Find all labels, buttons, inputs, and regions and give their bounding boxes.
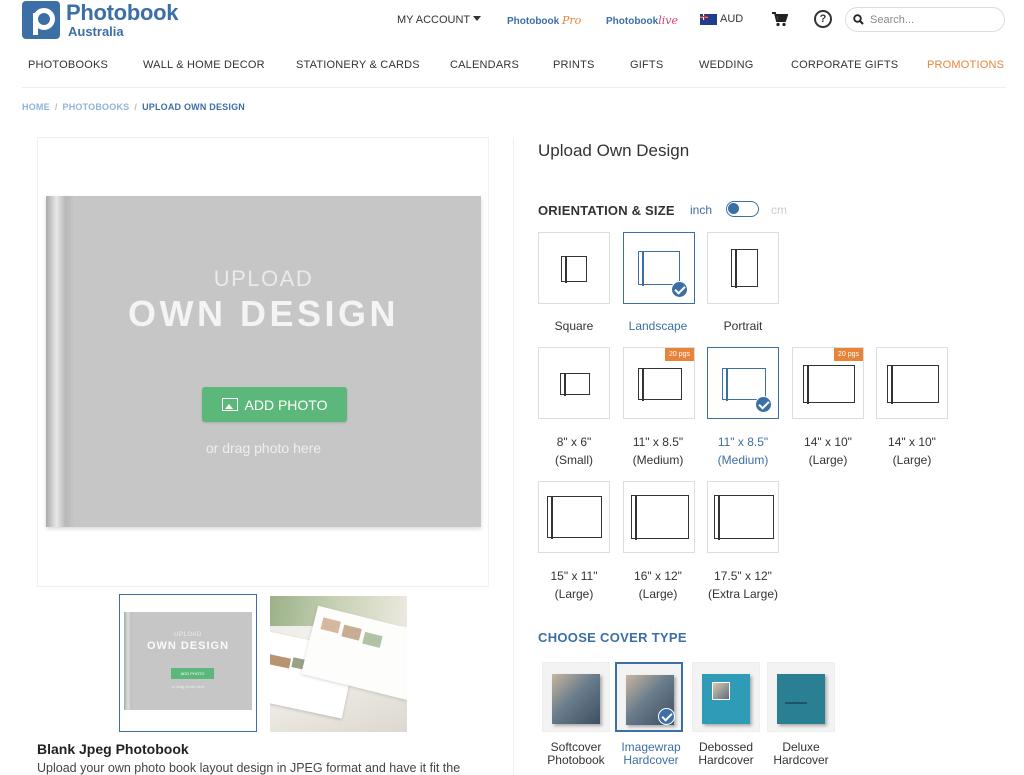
size-option[interactable]	[876, 347, 948, 419]
check-icon	[658, 708, 675, 725]
book-size-icon	[638, 367, 682, 401]
nav-wedding[interactable]: WEDDING	[699, 59, 754, 71]
search-icon	[853, 14, 864, 25]
check-icon	[671, 281, 688, 298]
orientation-landscape[interactable]	[623, 232, 695, 304]
product-title: Blank Jpeg Photobook	[37, 741, 189, 757]
orientation-label: Portrait	[723, 319, 763, 333]
photobook-pro-link[interactable]: Photobook Pro	[507, 14, 581, 27]
breadcrumb-home[interactable]: HOME	[22, 102, 50, 112]
cover-deluxe[interactable]	[767, 662, 835, 732]
book-spine	[46, 196, 76, 527]
size-option[interactable]: 20 pgs	[623, 347, 695, 419]
nav-wall-home-decor[interactable]: WALL & HOME DECOR	[143, 59, 265, 71]
size-option[interactable]	[707, 481, 779, 553]
cover-softcover[interactable]	[542, 662, 610, 732]
divider	[513, 137, 514, 775]
book-size-icon	[560, 372, 590, 396]
unit-toggle[interactable]	[726, 201, 759, 217]
config-title: Upload Own Design	[538, 141, 690, 160]
thumbnail-1[interactable]: UPLOAD OWN DESIGN ADD PHOTO or drag phot…	[119, 594, 257, 732]
book-size-icon	[803, 364, 855, 404]
landscape-book-icon	[638, 250, 680, 286]
nav-gifts[interactable]: GIFTS	[630, 59, 663, 71]
logo-subtext: Australia	[68, 24, 124, 39]
nav-calendars[interactable]: CALENDARS	[450, 59, 519, 71]
size-option[interactable]: 20 pgs	[792, 347, 864, 419]
nav-photobooks[interactable]: PHOTOBOOKS	[28, 59, 108, 71]
book-preview[interactable]: UPLOAD OWN DESIGN	[46, 196, 481, 527]
site-header: Photobook Australia MY ACCOUNT Photobook…	[0, 0, 1024, 42]
product-description: Upload your own photo book layout design…	[37, 761, 461, 775]
cover-image	[702, 674, 750, 724]
nav-stationery-cards[interactable]: STATIONERY & CARDS	[296, 59, 420, 71]
size-option[interactable]	[623, 481, 695, 553]
orientation-square[interactable]	[538, 232, 610, 304]
size-option[interactable]	[538, 347, 610, 419]
logo-text: Photobook	[66, 0, 179, 25]
cover-caption: Debossed Hardcover	[698, 740, 754, 767]
pages-badge: 20 pgs	[664, 348, 694, 361]
size-option[interactable]	[707, 347, 779, 419]
pages-badge: 20 pgs	[833, 348, 863, 361]
cart-icon	[772, 12, 789, 27]
currency-selector[interactable]: AUD	[700, 13, 743, 25]
cover-type-label: CHOOSE COVER TYPE	[538, 630, 687, 645]
logo-icon	[22, 1, 60, 39]
photobook-live-link[interactable]: Photobooklive	[606, 14, 678, 27]
book-size-icon	[722, 367, 766, 401]
preview-own-design-text: OWN DESIGN	[127, 293, 399, 334]
cover-debossed[interactable]	[692, 662, 760, 732]
size-option[interactable]	[538, 481, 610, 553]
australia-flag-icon	[700, 13, 717, 25]
main-nav: PHOTOBOOKS WALL & HOME DECOR STATIONERY …	[22, 52, 1006, 88]
cover-caption: Deluxe Hardcover	[773, 740, 829, 767]
orientation-size-label: ORIENTATION & SIZE	[538, 203, 675, 218]
book-size-icon	[714, 494, 774, 540]
book-size-icon	[631, 494, 689, 540]
unit-inch-label[interactable]: inch	[690, 203, 712, 217]
logo[interactable]: Photobook Australia	[22, 1, 178, 39]
drag-hint: or drag photo here	[205, 440, 322, 456]
cover-image	[777, 674, 825, 724]
breadcrumb-photobooks[interactable]: PHOTOBOOKS	[63, 102, 130, 112]
cart-button[interactable]	[772, 12, 789, 30]
search-input[interactable]	[870, 13, 990, 26]
search-box[interactable]	[845, 7, 1005, 32]
add-photo-button[interactable]: ADD PHOTO	[202, 387, 347, 422]
nav-corporate-gifts[interactable]: CORPORATE GIFTS	[791, 59, 898, 71]
orientation-portrait[interactable]	[707, 232, 779, 304]
unit-cm-label[interactable]: cm	[771, 203, 787, 217]
thumbnail-2[interactable]	[270, 596, 407, 732]
my-account-menu[interactable]: MY ACCOUNT	[397, 14, 482, 26]
check-icon	[755, 396, 772, 413]
square-book-icon	[561, 255, 587, 283]
size-label: 14" x 10" (Large)	[888, 435, 936, 467]
cover-imagewrap[interactable]	[615, 662, 683, 732]
help-icon[interactable]: ?	[814, 10, 832, 28]
breadcrumb-current: UPLOAD OWN DESIGN	[142, 102, 245, 112]
cover-image	[552, 674, 600, 724]
breadcrumb: HOME / PHOTOBOOKS / UPLOAD OWN DESIGN	[22, 102, 245, 112]
portrait-book-icon	[731, 248, 758, 288]
preview-upload-text: UPLOAD	[213, 266, 314, 291]
caret-down-icon	[473, 16, 482, 21]
nav-promotions[interactable]: PROMOTIONS	[927, 59, 1004, 71]
cover-caption: Imagewrap Hardcover	[621, 740, 681, 767]
book-size-icon	[547, 495, 602, 539]
nav-prints[interactable]: PRINTS	[553, 59, 595, 71]
size-label: 17.5" x 12" (Extra Large)	[707, 569, 779, 601]
cover-caption: Softcover Photobook	[547, 740, 605, 767]
book-size-icon	[887, 364, 939, 404]
add-image-icon	[221, 398, 238, 411]
